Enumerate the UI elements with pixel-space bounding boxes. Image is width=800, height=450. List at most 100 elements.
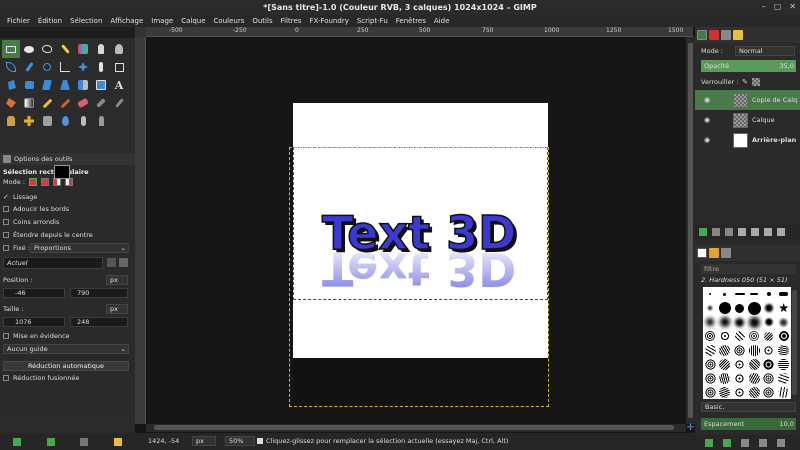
brush-grid[interactable] — [703, 287, 791, 399]
select-by-color-tool-icon[interactable] — [74, 40, 92, 58]
scissors-tool-icon[interactable] — [92, 40, 110, 58]
flip-tool-icon[interactable] — [74, 76, 92, 94]
rect-select-tool-icon[interactable] — [2, 40, 20, 58]
align-tool-icon[interactable] — [92, 58, 110, 76]
brush-item[interactable] — [705, 331, 716, 341]
brush-item[interactable] — [778, 316, 790, 328]
brush-item[interactable] — [763, 344, 775, 356]
position-y-field[interactable]: 790 — [70, 288, 128, 298]
bucket-fill-tool-icon[interactable] — [2, 94, 20, 112]
brush-item[interactable] — [763, 372, 775, 384]
menu-script-fu[interactable]: Script-Fu — [353, 15, 392, 27]
horizontal-scroll-thumb[interactable] — [154, 425, 674, 430]
brush-item[interactable] — [749, 331, 760, 341]
menu-outils[interactable]: Outils — [248, 15, 276, 27]
brush-item[interactable] — [779, 292, 789, 296]
brush-item[interactable] — [764, 331, 774, 341]
brush-item[interactable] — [778, 358, 790, 370]
size-w-field[interactable]: 1076 — [3, 317, 65, 327]
menu-filtres[interactable]: Filtres — [277, 15, 306, 27]
brush-item[interactable] — [748, 316, 760, 328]
dodge-tool-icon[interactable] — [110, 112, 128, 130]
minimize-button[interactable]: – — [762, 2, 766, 11]
brush-item[interactable] — [719, 344, 731, 356]
eye-icon[interactable]: ◉ — [701, 96, 713, 104]
perspective-tool-icon[interactable] — [56, 76, 74, 94]
mode-replace-icon[interactable] — [28, 178, 37, 186]
brush-item[interactable] — [708, 306, 713, 310]
zoom-combo[interactable]: 50% — [225, 436, 255, 446]
mise-en-evidence-row[interactable]: Mise en évidence — [3, 332, 70, 340]
duplicate-layer-icon[interactable] — [738, 228, 746, 236]
brush-item[interactable] — [734, 386, 746, 398]
brush-item[interactable] — [778, 386, 790, 398]
brush-item[interactable] — [709, 293, 712, 295]
blend-tool-icon[interactable] — [20, 94, 38, 112]
mise-en-evidence-checkbox[interactable] — [3, 333, 9, 339]
brush-item[interactable] — [747, 301, 761, 315]
mask-layer-icon[interactable] — [764, 228, 772, 236]
brush-item[interactable] — [778, 303, 789, 313]
brush-item[interactable] — [748, 344, 760, 356]
refresh-brushes-icon[interactable] — [777, 438, 785, 447]
mode-intersect-icon[interactable] — [64, 178, 73, 186]
fixe-combo[interactable]: Proportions ⌄ — [30, 243, 129, 253]
zoom-tool-icon[interactable] — [38, 58, 56, 76]
maximize-button[interactable]: ▢ — [774, 2, 782, 11]
duplicate-brush-icon[interactable] — [741, 438, 749, 447]
lock-alpha-icon[interactable] — [752, 78, 760, 86]
position-x-field[interactable]: -46 — [3, 288, 65, 298]
raise-layer-icon[interactable] — [712, 228, 720, 236]
brush-item[interactable] — [734, 344, 746, 356]
paths-tab-icon[interactable] — [721, 30, 731, 40]
brush-item[interactable] — [719, 386, 731, 398]
heal-tool-icon[interactable] — [20, 112, 38, 130]
actuel-field[interactable]: Actuel — [3, 257, 103, 269]
brush-item[interactable] — [719, 331, 730, 341]
brush-item[interactable] — [735, 317, 745, 327]
new-layer-icon[interactable] — [699, 228, 707, 236]
brush-item[interactable] — [719, 372, 731, 384]
brush-item[interactable] — [704, 372, 716, 384]
menu-calque[interactable]: Calque — [177, 15, 209, 27]
perspective-clone-tool-icon[interactable] — [38, 112, 56, 130]
fuzzy-select-tool-icon[interactable] — [56, 40, 74, 58]
color-picker-tool-icon[interactable] — [20, 58, 38, 76]
delete-options-icon[interactable] — [80, 437, 89, 446]
brush-item[interactable] — [748, 358, 760, 370]
adoucir-row[interactable]: Adoucir les bords — [3, 205, 69, 213]
brush-scrollbar[interactable] — [792, 290, 797, 395]
brush-item[interactable] — [735, 303, 745, 313]
fixe-checkbox[interactable] — [3, 245, 9, 251]
brush-item[interactable] — [734, 358, 746, 370]
channels-tab-icon[interactable] — [709, 30, 719, 40]
brush-item-selected[interactable] — [719, 303, 730, 313]
menu-fx-foundry[interactable]: FX-Foundry — [305, 15, 352, 27]
blur-tool-icon[interactable] — [56, 112, 74, 130]
taille-unit-combo[interactable]: px — [106, 304, 128, 314]
swap-orientation-icon[interactable] — [107, 258, 116, 267]
shear-tool-icon[interactable] — [38, 76, 56, 94]
vertical-scroll-thumb[interactable] — [688, 43, 693, 418]
save-options-icon[interactable] — [12, 437, 21, 446]
horizontal-scrollbar[interactable] — [146, 424, 686, 432]
move-tool-icon[interactable] — [74, 58, 92, 76]
reduction-fusionnee-row[interactable]: Réduction fusionnée — [3, 374, 79, 382]
opacity-slider[interactable]: Opacité 35,0 — [701, 60, 796, 72]
portrait-landscape-icon[interactable] — [119, 258, 128, 267]
brush-item[interactable] — [778, 372, 790, 384]
menu-fenetres[interactable]: Fenêtres — [392, 15, 430, 27]
eye-icon[interactable]: ◉ — [701, 136, 713, 144]
horizontal-ruler[interactable]: -500 -250 0 250 500 750 1000 1250 1500 — [146, 27, 693, 37]
measure-tool-icon[interactable] — [56, 58, 74, 76]
brush-item[interactable] — [719, 317, 730, 327]
clone-tool-icon[interactable] — [2, 112, 20, 130]
coins-row[interactable]: Coins arrondis — [3, 218, 59, 226]
spacing-slider[interactable]: Espacement 10,0 — [701, 418, 796, 430]
menu-edition[interactable]: Édition — [34, 15, 66, 27]
reduction-auto-button[interactable]: Réduction automatique — [3, 361, 129, 371]
etendre-checkbox[interactable] — [3, 232, 9, 238]
adoucir-checkbox[interactable] — [3, 206, 9, 212]
foreground-select-tool-icon[interactable] — [110, 40, 128, 58]
brush-item[interactable] — [766, 292, 771, 296]
